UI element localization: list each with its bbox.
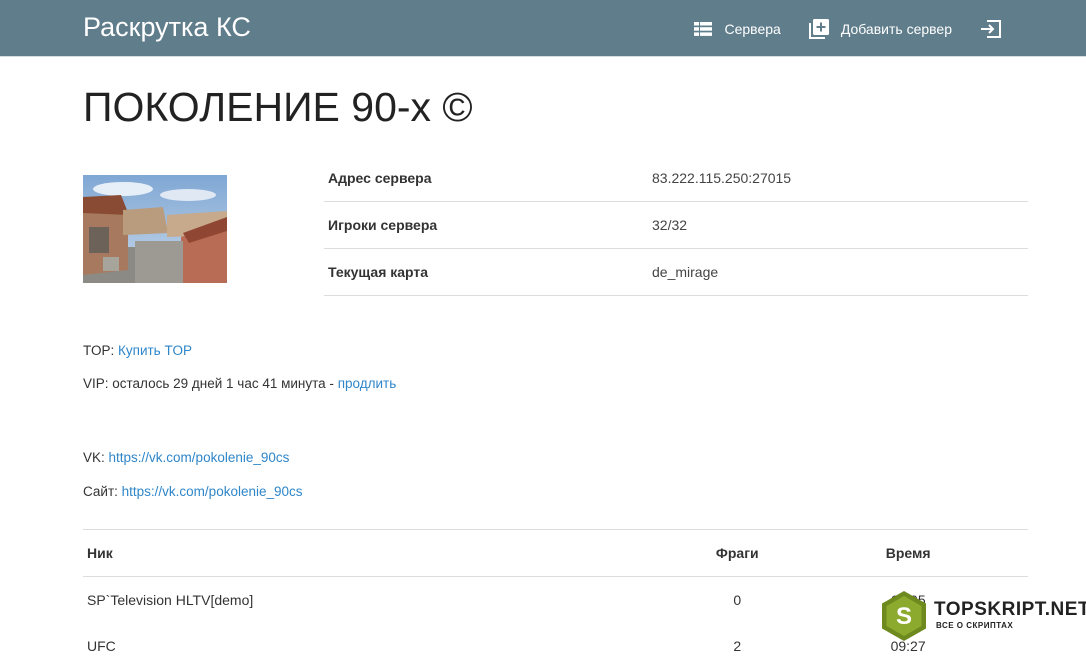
info-row-players: Игроки сервера 32/32 [324,201,1028,249]
info-value-address: 83.222.115.250:27015 [652,155,1028,202]
site-link[interactable]: https://vk.com/pokolenie_90cs [122,484,303,499]
site-line: Сайт: https://vk.com/pokolenie_90cs [83,484,303,499]
topskript-watermark: S TOPSKRIPT.NET ВСЕ О СКРИПТАХ [878,590,1086,642]
info-row-map: Текущая карта de_mirage [324,248,1028,296]
hexagon-logo-icon: S [882,591,926,641]
add-box-icon [808,18,829,39]
map-thumbnail-image [83,175,227,283]
watermark-title: TOPSKRIPT.NET [934,599,1086,620]
vk-label: VK: [83,450,105,465]
header-frags[interactable]: Фраги [686,529,789,577]
info-value-players: 32/32 [652,201,1028,249]
info-key-map: Текущая карта [324,248,652,296]
info-value-map: de_mirage [652,248,1028,296]
nav-servers-link[interactable]: Сервера [694,20,781,37]
watermark-subtitle: ВСЕ О СКРИПТАХ [936,621,1014,630]
player-nick: SP`Television HLTV[demo] [87,592,254,608]
extend-vip-link[interactable]: продлить [338,376,397,391]
nav-links: Сервера Добавить сервер [666,0,1002,57]
player-frags: 0 [733,592,742,608]
vip-text: VIP: осталось 29 дней 1 час 41 минута - [83,376,334,391]
nav-servers-label: Сервера [724,20,781,37]
player-frags: 2 [733,638,742,654]
top-line: TOP: Купить TOP [83,343,192,358]
vk-link[interactable]: https://vk.com/pokolenie_90cs [109,450,290,465]
vk-line: VK: https://vk.com/pokolenie_90cs [83,450,289,465]
buy-top-link[interactable]: Купить TOP [118,343,192,358]
vip-line: VIP: осталось 29 дней 1 час 41 минута - … [83,376,396,391]
list-icon [694,21,713,36]
server-info-table: Адрес сервера 83.222.115.250:27015 Игрок… [324,155,1028,296]
players-header-row: Ник Фраги Время [83,529,1028,577]
brand-link[interactable]: Раскрутка КС [83,12,251,43]
watermark-letter: S [896,603,912,630]
header-time[interactable]: Время [788,529,1028,577]
nav-add-server-link[interactable]: Добавить сервер [808,18,952,39]
nav-add-server-label: Добавить сервер [840,20,952,37]
player-nick: UFC [87,638,116,654]
nav-login-link[interactable] [980,19,1002,38]
login-icon [981,19,1001,38]
info-key-address: Адрес сервера [324,155,652,202]
header-nick[interactable]: Ник [83,529,687,577]
server-title: ПОКОЛЕНИЕ 90-х © [83,84,473,130]
top-label: TOP: [83,343,115,358]
site-label: Сайт: [83,484,118,499]
top-navbar: Раскрутка КС Сервера Добавить сервер [0,0,1086,57]
info-key-players: Игроки сервера [324,201,652,249]
info-row-address: Адрес сервера 83.222.115.250:27015 [324,155,1028,202]
